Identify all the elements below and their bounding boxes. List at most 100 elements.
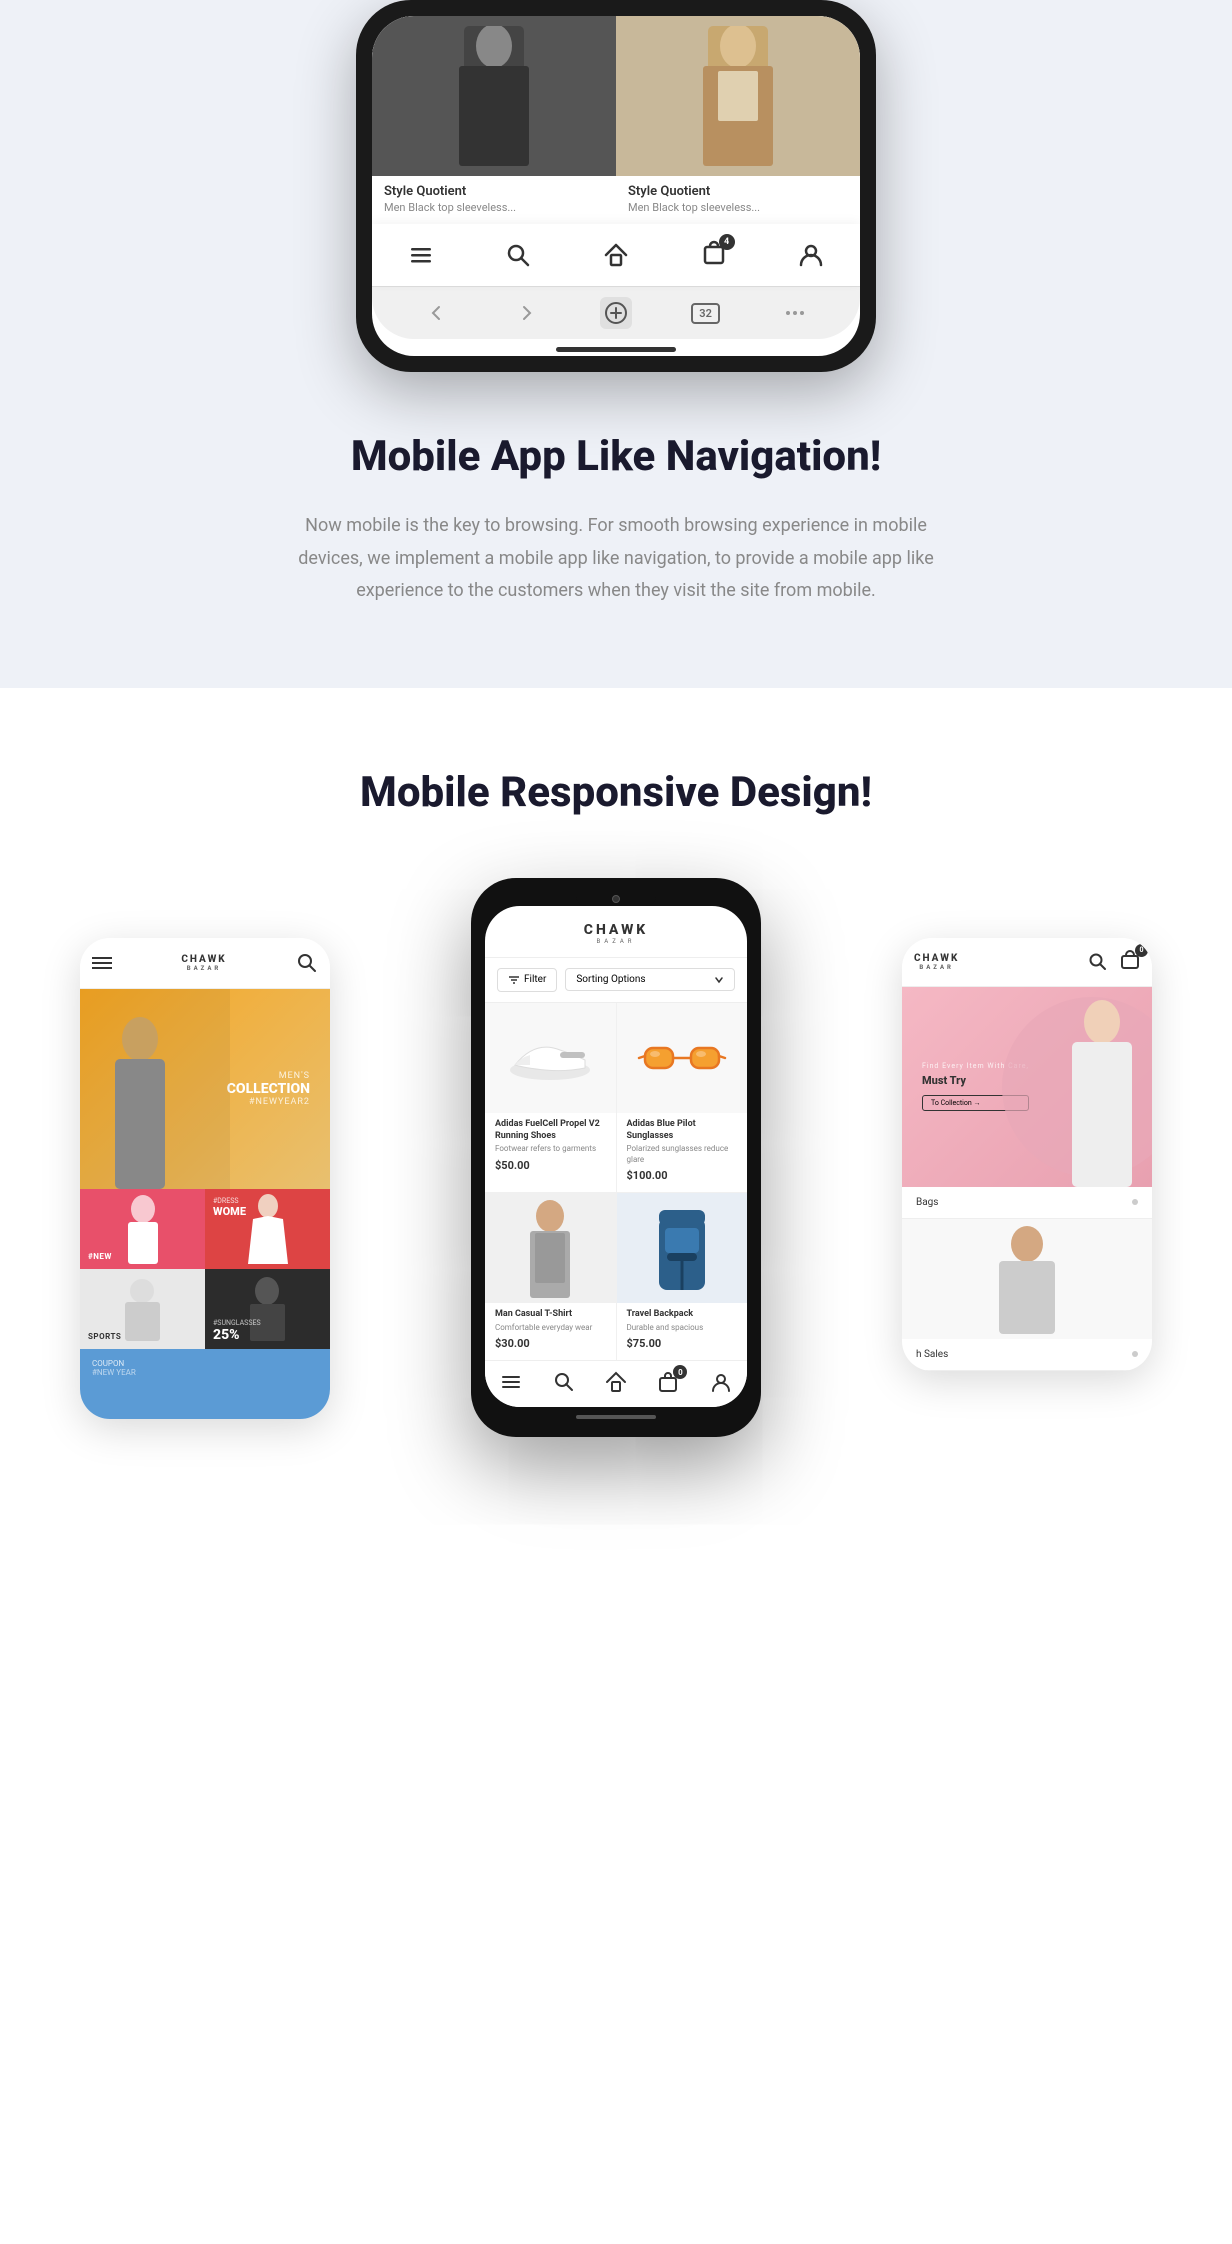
bags-category-name: Bags	[916, 1197, 938, 1208]
product-brand-1: Style Quotient	[384, 184, 604, 199]
sort-button[interactable]: Sorting Options	[565, 968, 735, 991]
center-profile-nav[interactable]	[710, 1371, 732, 1397]
shoe-svg	[505, 1030, 595, 1085]
tab-count: 32	[691, 303, 720, 324]
product-card-shoes[interactable]: Adidas FuelCell Propel V2 Running Shoes …	[485, 1003, 616, 1192]
search-nav-item[interactable]	[505, 242, 531, 268]
center-cart-badge-container: 0	[657, 1371, 679, 1397]
center-cart-badge: 0	[673, 1365, 687, 1379]
center-phone-header: CHAWK BAZAR	[485, 906, 747, 958]
left-hamburger-btn[interactable]	[92, 957, 112, 969]
center-phone: CHAWK BAZAR Filter So	[471, 878, 761, 1437]
product-card-sunglasses[interactable]: Adidas Blue Pilot Sunglasses Polarized s…	[617, 1003, 748, 1192]
product-card-shirt[interactable]: Man Casual T-Shirt Comfortable everyday …	[485, 1193, 616, 1360]
center-home-indicator	[576, 1415, 656, 1419]
center-profile-icon	[710, 1371, 732, 1393]
new-label: #NEW	[88, 1252, 112, 1261]
sales-category-name: h Sales	[916, 1349, 948, 1360]
center-product-grid: Adidas FuelCell Propel V2 Running Shoes …	[485, 1003, 747, 1360]
product-name-backpack: Travel Backpack	[627, 1309, 738, 1321]
center-search-icon	[553, 1371, 575, 1393]
sort-label: Sorting Options	[576, 974, 645, 985]
browser-bar: 32	[372, 286, 860, 339]
product-info-shirt: Man Casual T-Shirt Comfortable everyday …	[485, 1303, 616, 1350]
right-category-sales[interactable]: h Sales	[902, 1339, 1152, 1371]
phones-showcase: CHAWK BAZAR MEN'S COLLECTION	[0, 878, 1232, 1778]
browser-forward-btn[interactable]	[510, 297, 542, 329]
product-desc-1: Men Black top sleeveless...	[384, 201, 604, 214]
hamburger-nav-item[interactable]	[408, 242, 434, 268]
right-cart-container: 0	[1120, 950, 1140, 974]
filter-button[interactable]: Filter	[497, 968, 557, 992]
coupon-cell: COUPON #NEW YEAR	[80, 1349, 330, 1419]
menu-line-2	[92, 962, 112, 964]
product-desc-backpack: Durable and spacious	[627, 1323, 738, 1333]
browser-back-btn[interactable]	[421, 297, 453, 329]
right-cart-badge: 0	[1135, 944, 1148, 957]
browser-new-tab-btn[interactable]	[600, 297, 632, 329]
sports-icon	[115, 1276, 170, 1341]
center-logo: CHAWK BAZAR	[584, 922, 648, 945]
right-phone-header: CHAWK BAZAR 0	[902, 938, 1152, 987]
left-phone: CHAWK BAZAR MEN'S COLLECTION	[80, 938, 330, 1419]
phone-screen-top: Style Quotient Men Black top sleeveless.…	[372, 16, 860, 356]
product-info-shoes: Adidas FuelCell Propel V2 Running Shoes …	[485, 1113, 616, 1172]
camera-dot	[612, 895, 620, 903]
product-image-2	[616, 16, 860, 176]
backpack-svg	[647, 1198, 717, 1298]
right-sale-banner	[902, 1219, 1152, 1339]
phone-mockup-top: Style Quotient Men Black top sleeveless.…	[356, 0, 876, 372]
cart-nav-item[interactable]: 4	[701, 240, 727, 270]
center-search-nav[interactable]	[553, 1371, 575, 1397]
cart-badge: 4	[719, 234, 735, 250]
product-card-2: Style Quotient Men Black top sleeveless.…	[616, 16, 860, 226]
person-dress-icon	[243, 1194, 293, 1264]
product-img-shirt	[485, 1193, 616, 1303]
chevron-down-icon	[714, 975, 724, 985]
product-card-backpack[interactable]: Travel Backpack Durable and spacious $75…	[617, 1193, 748, 1360]
product-img-backpack	[617, 1193, 748, 1303]
product-info-2: Style Quotient Men Black top sleeveless.…	[616, 176, 860, 214]
mens-collection-banner: MEN'S COLLECTION #NEWYEAR2	[80, 989, 330, 1189]
right-search-icon[interactable]	[1088, 952, 1108, 972]
nav-section-title: Mobile App Like Navigation!	[286, 432, 946, 482]
product-info-backpack: Travel Backpack Durable and spacious $75…	[617, 1303, 748, 1350]
cart-badge-container: 4	[701, 240, 727, 270]
mobile-nav-bar: 4	[372, 224, 860, 286]
mens-tag: MEN'S	[227, 1071, 310, 1081]
mens-title: COLLECTION	[227, 1081, 310, 1097]
camera-notch	[576, 892, 656, 906]
mens-hashtag: #NEWYEAR2	[227, 1097, 310, 1107]
left-phone-logo: CHAWK BAZAR	[181, 954, 226, 972]
mobile-nav-section: Style Quotient Men Black top sleeveless.…	[0, 0, 1232, 688]
product-desc-2: Men Black top sleeveless...	[628, 201, 848, 214]
category-grid: #NEW #DRESS WOME	[80, 1189, 330, 1269]
center-hamburger-icon	[500, 1371, 522, 1393]
person-pink-icon	[118, 1194, 168, 1264]
forward-arrow-icon	[516, 303, 536, 323]
menu-line-1	[92, 957, 112, 959]
center-hamburger-nav[interactable]	[500, 1371, 522, 1397]
nav-section-desc: Now mobile is the key to browsing. For s…	[286, 510, 946, 607]
browser-more-btn[interactable]	[779, 297, 811, 329]
hero-person-svg	[1052, 997, 1152, 1187]
mens-collection-text: MEN'S COLLECTION #NEWYEAR2	[227, 1071, 310, 1107]
center-home-nav[interactable]	[605, 1371, 627, 1397]
product-desc-shirt: Comfortable everyday wear	[495, 1323, 606, 1333]
category-grid-2: SPORTS #SUNGLASSES 25%	[80, 1269, 330, 1349]
profile-nav-item[interactable]	[798, 242, 824, 268]
left-logo-sub: BAZAR	[181, 965, 226, 972]
right-phone: CHAWK BAZAR 0	[902, 938, 1152, 1371]
left-search-icon[interactable]	[296, 952, 318, 974]
right-hero-cta-text: To Collection →	[931, 1099, 980, 1107]
product-img-sunglasses	[617, 1003, 748, 1113]
center-cart-nav[interactable]: 0	[657, 1371, 679, 1397]
right-category-bags[interactable]: Bags	[902, 1187, 1152, 1219]
product-desc-sunglasses: Polarized sunglasses reduce glare	[627, 1144, 738, 1165]
home-icon	[603, 242, 629, 268]
search-icon	[505, 242, 531, 268]
home-nav-item[interactable]	[603, 242, 629, 268]
tab-count-btn[interactable]: 32	[690, 297, 722, 329]
home-indicator	[556, 347, 676, 352]
phone-top-container: Style Quotient Men Black top sleeveless.…	[0, 0, 1232, 372]
